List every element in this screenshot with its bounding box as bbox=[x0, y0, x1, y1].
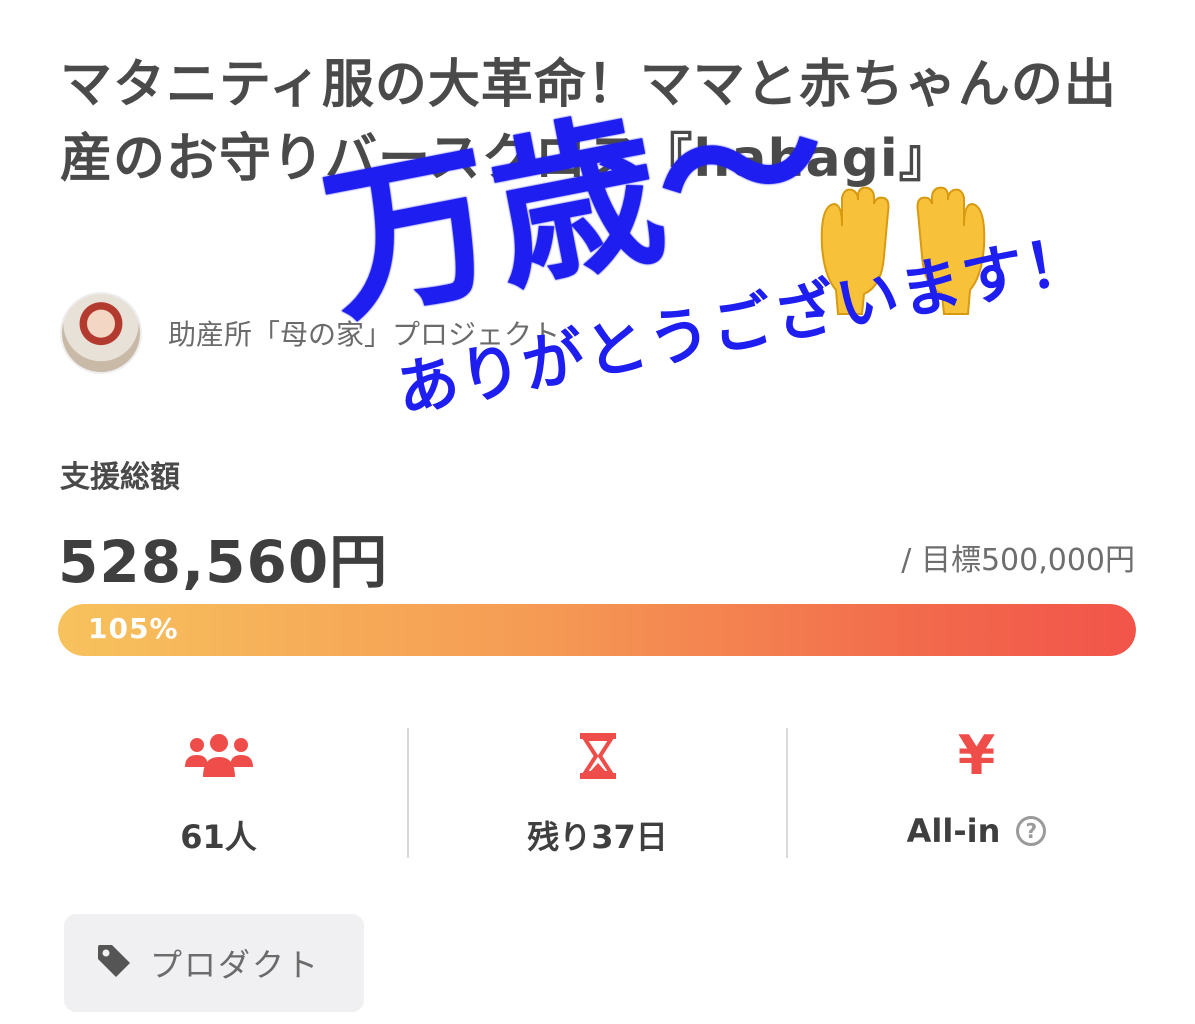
supporters-icon bbox=[183, 728, 255, 784]
stat-remaining: 残り37日 bbox=[407, 728, 786, 858]
progress-percent: 105% bbox=[88, 612, 179, 645]
funding-progress-bar: 105% bbox=[58, 604, 1136, 656]
total-label: 支援総額 bbox=[60, 460, 180, 495]
progress-fill bbox=[58, 604, 1136, 656]
stat-funding-type: ¥ All-in ? bbox=[786, 728, 1165, 858]
hourglass-icon bbox=[578, 728, 618, 784]
owner-avatar[interactable] bbox=[60, 292, 142, 374]
project-stats: 61人 残り37日 ¥ All-in ? bbox=[30, 728, 1165, 858]
supporters-count: 61人 bbox=[180, 818, 257, 856]
help-icon[interactable]: ? bbox=[1016, 816, 1047, 846]
tag-label: プロダクト bbox=[150, 946, 321, 984]
funding-type-label: All-in bbox=[906, 812, 1001, 850]
tag-icon bbox=[96, 943, 132, 983]
yen-symbol: ¥ bbox=[957, 724, 996, 787]
yen-icon: ¥ bbox=[958, 728, 996, 784]
category-tag[interactable]: プロダクト bbox=[64, 914, 364, 1012]
days-remaining: 残り37日 bbox=[527, 818, 668, 856]
goal-amount: / 目標500,000円 bbox=[901, 543, 1135, 578]
funding-type: All-in ? bbox=[907, 812, 1047, 850]
stat-supporters: 61人 bbox=[30, 728, 407, 858]
total-amount: 528,560円 bbox=[58, 528, 389, 596]
